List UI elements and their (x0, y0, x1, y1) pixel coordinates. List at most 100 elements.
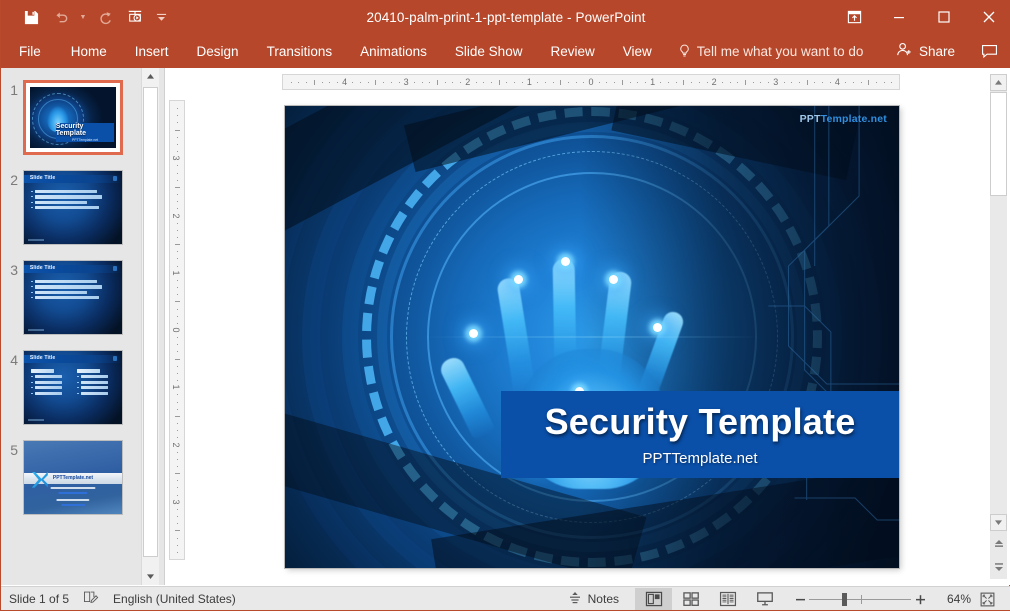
ruler-tick (606, 82, 608, 83)
scroll-up-icon[interactable] (990, 74, 1007, 91)
ruler-tick (177, 516, 178, 518)
tab-home[interactable]: Home (57, 34, 121, 68)
fit-slide-to-window-button[interactable] (971, 592, 1003, 607)
tab-file[interactable]: File (1, 34, 57, 68)
tab-slide-show[interactable]: Slide Show (441, 34, 537, 68)
tell-me-search[interactable]: Tell me what you want to do (666, 34, 876, 68)
slide-thumbnail-2[interactable]: 2 Slide Title (1, 170, 141, 260)
tab-view[interactable]: View (609, 34, 666, 68)
zoom-out-button[interactable] (791, 594, 809, 605)
thumb-two-column-body (30, 369, 116, 395)
undo-dropdown-icon[interactable]: ▼ (77, 4, 89, 30)
comments-button[interactable] (967, 34, 1010, 68)
scan-line (422, 336, 762, 338)
notes-button[interactable]: Notes (558, 587, 629, 611)
tab-transitions[interactable]: Transitions (253, 34, 347, 68)
redo-button[interactable] (91, 4, 119, 30)
share-button[interactable]: Share (884, 34, 967, 68)
current-slide[interactable]: PPTTemplate.net Security Template PPTTem… (285, 106, 899, 568)
thumb-bullet-item (76, 386, 116, 390)
save-button[interactable] (17, 4, 45, 30)
ruler-tick (177, 308, 178, 310)
ruler-label: 3 (171, 499, 181, 505)
thumb-link-line (58, 492, 88, 495)
thumb-footer-mark (27, 419, 44, 422)
scan-dot-middle (561, 256, 570, 266)
thumbnail-frame[interactable]: Slide Title (23, 350, 123, 425)
customize-quick-access-icon[interactable] (151, 4, 171, 30)
ribbon-display-options-icon[interactable] (832, 0, 876, 34)
slide-vertical-scrollbar[interactable] (990, 74, 1007, 579)
thumb-bullet-item (30, 279, 114, 284)
column-header (30, 369, 54, 373)
start-from-beginning-button[interactable] (121, 4, 149, 30)
zoom-in-button[interactable] (911, 594, 929, 605)
undo-button[interactable] (47, 4, 75, 30)
thumbnail-pane-scrollbar[interactable] (141, 68, 159, 585)
thumbnail-scroll-track[interactable] (142, 85, 159, 568)
thumbnail-frame[interactable]: Slide Title (23, 260, 123, 335)
ruler-tick (177, 523, 178, 525)
thumbnail-scroll-up-icon[interactable] (142, 68, 159, 85)
slide-indicator[interactable]: Slide 1 of 5 (9, 587, 69, 611)
maximize-button[interactable] (921, 0, 966, 34)
zoom-slider[interactable] (809, 591, 911, 607)
thumb-bullet-item (30, 290, 114, 294)
ruler-tick (668, 82, 669, 83)
ruler-tick (177, 351, 178, 353)
scroll-thumb[interactable] (990, 92, 1007, 196)
bullet-dash-icon (30, 191, 34, 193)
status-right-group: Notes 64% (558, 587, 1010, 611)
slide-thumbnail-pane[interactable]: 1 Security Template PPTTemplate.net 2 Sl… (1, 68, 141, 585)
thumbnail-frame[interactable]: Slide Title (23, 170, 123, 245)
next-slide-icon[interactable] (990, 558, 1007, 575)
bullet-text (35, 279, 97, 284)
close-button[interactable] (966, 0, 1010, 34)
tab-animations[interactable]: Animations (346, 34, 441, 68)
slide-title-placeholder[interactable]: Security Template PPTTemplate.net (501, 391, 899, 478)
thumbnail-scroll-thumb[interactable] (143, 87, 158, 557)
thumbnail-frame[interactable]: PPTTemplate.net (23, 440, 123, 515)
scroll-down-icon[interactable] (990, 514, 1007, 531)
ruler-label: 2 (465, 77, 471, 87)
minimize-button[interactable] (876, 0, 921, 34)
slide-thumbnail-5[interactable]: 5 PPTTemplate.net (1, 440, 141, 530)
ruler-tick (177, 251, 178, 253)
language-indicator[interactable]: English (United States) (113, 587, 236, 611)
scan-dot-little (653, 322, 662, 332)
thumb-bullet-item (30, 296, 114, 300)
slide-sorter-view-button[interactable] (672, 588, 709, 610)
slide-canvas[interactable]: PPTTemplate.net Security Template PPTTem… (285, 106, 899, 568)
ruler-tick (177, 344, 178, 346)
tab-review[interactable]: Review (536, 34, 608, 68)
ruler-tick (177, 165, 178, 167)
ruler-label: 0 (588, 77, 594, 87)
zoom-level-label[interactable]: 64% (929, 592, 971, 606)
slide-thumbnail-3[interactable]: 3 Slide Title (1, 260, 141, 350)
tab-insert[interactable]: Insert (121, 34, 183, 68)
ruler-tick (490, 82, 492, 83)
ruler-tick (177, 430, 178, 432)
reading-view-button[interactable] (709, 588, 746, 610)
slide-thumbnail-4[interactable]: 4 Slide Title (1, 350, 141, 440)
thumb-bullet-item (30, 206, 114, 210)
zoom-slider-handle[interactable] (842, 593, 847, 606)
ruler-tick (868, 80, 870, 85)
tab-design[interactable]: Design (183, 34, 253, 68)
thumb-footer-mark (27, 329, 44, 332)
slide-thumbnail-1[interactable]: 1 Security Template PPTTemplate.net (1, 80, 141, 170)
proofing-status[interactable] (83, 587, 99, 611)
normal-view-button[interactable] (635, 588, 672, 610)
thumbnail-scroll-down-icon[interactable] (142, 568, 159, 585)
ruler-tick (177, 236, 178, 238)
ruler-tick (768, 82, 770, 83)
slide-show-view-button[interactable] (746, 588, 783, 610)
thumbnail-frame[interactable]: Security Template PPTTemplate.net (23, 80, 123, 155)
previous-slide-icon[interactable] (990, 536, 1007, 553)
ruler-tick (506, 82, 508, 83)
bullet-text (35, 195, 102, 199)
thumb-title: Security Template (55, 122, 87, 137)
ruler-tick (177, 544, 178, 546)
ruler-tick (177, 265, 178, 267)
thumb-title-band: Slide Title (24, 174, 122, 184)
